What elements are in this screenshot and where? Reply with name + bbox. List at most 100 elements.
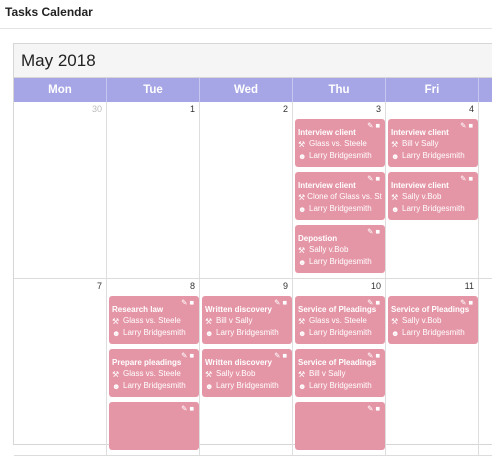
trash-icon[interactable]: ■ [189, 404, 196, 413]
gavel-icon: ⚒ [112, 369, 120, 379]
event-assignee: Larry Bridgesmith [309, 257, 372, 266]
day-number: 9 [282, 281, 288, 291]
event-case-line: ⚒Clone of Glass vs. Steele [298, 191, 382, 203]
event-card[interactable]: ✎■ [295, 402, 385, 450]
trash-icon[interactable]: ■ [282, 298, 289, 307]
event-card[interactable]: ✎■ Interview client ⚒ Sally v.Bob ☻ Larry Bri… [388, 172, 478, 220]
event-case: Clone of Glass vs. Steele [307, 192, 382, 201]
event-card[interactable]: ✎■ Interview client ⚒ Clone of Glass vs. St… [295, 172, 385, 220]
gavel-icon: ⚒ [205, 369, 213, 379]
event-tools: ✎■ [181, 404, 196, 413]
trash-icon[interactable]: ■ [189, 298, 196, 307]
event-tools: ✎■ [367, 174, 382, 183]
day-cell[interactable]: 30 [14, 102, 107, 279]
event-card[interactable]: ✎■ Service of Pleadings ⚒ Sally v.Bob ☻ Larry… [388, 296, 478, 344]
event-assignee: Larry Bridgesmith [123, 381, 186, 390]
day-cell[interactable]: 7 [14, 279, 107, 456]
day-header-fri: Fri [386, 78, 479, 102]
event-assignee: Larry Bridgesmith [216, 381, 279, 390]
event-assignee-line: ☻ Larry Bridgesmith [298, 256, 382, 268]
event-assignee: Larry Bridgesmith [309, 204, 372, 213]
event-case: Glass vs. Steele [123, 369, 181, 378]
event-case: Glass vs. Steele [309, 139, 367, 148]
day-number: 10 [370, 281, 381, 291]
user-icon: ☻ [112, 381, 121, 391]
trash-icon[interactable]: ■ [468, 298, 475, 307]
event-card[interactable]: ✎■ Interview client ⚒ Glass vs. Steele ☻ Larr… [295, 119, 385, 167]
event-case: Sally v.Bob [402, 192, 442, 201]
day-header-thu: Thu [293, 78, 386, 102]
event-case-line: ⚒ Glass vs. Steele [298, 315, 382, 327]
gavel-icon: ⚒ [298, 245, 306, 255]
event-card[interactable]: ✎■ Service of Pleadings ⚒ Glass vs. Steele ☻… [295, 296, 385, 344]
event-tools: ✎■ [274, 351, 289, 360]
event-tools: ✎■ [274, 298, 289, 307]
event-assignee: Larry Bridgesmith [309, 328, 372, 337]
gavel-icon: ⚒ [298, 369, 306, 379]
event-assignee: Larry Bridgesmith [123, 328, 186, 337]
event-card[interactable]: ✎■ Prepare pleadings ⚒ Glass vs. Steele ☻ Lar… [109, 349, 199, 397]
event-case-line: ⚒ Sally v.Bob [391, 191, 475, 203]
event-card[interactable]: ✎■ Depostion ⚒ Sally v.Bob ☻ Larry Bridgesmit… [295, 225, 385, 273]
trash-icon[interactable]: ■ [375, 404, 382, 413]
event-tools: ✎■ [460, 298, 475, 307]
event-assignee: Larry Bridgesmith [402, 151, 465, 160]
user-icon: ☻ [112, 328, 121, 338]
event-card[interactable]: ✎■ Service of Pleadings ⚒ Bill v Sally ☻ Larr… [295, 349, 385, 397]
event-case-line: ⚒ Glass vs. Steele [112, 368, 196, 380]
day-cell[interactable]: 2 [200, 102, 293, 279]
event-assignee-line: ☻ Larry Bridgesmith [112, 327, 196, 339]
event-case-line: ⚒ Sally v.Bob [391, 315, 475, 327]
gavel-icon: ⚒ [298, 316, 306, 326]
page-title: Tasks Calendar [5, 5, 93, 19]
trash-icon[interactable]: ■ [189, 351, 196, 360]
event-tools: ✎■ [367, 227, 382, 236]
event-case: Bill v Sally [309, 369, 346, 378]
event-case: Sally v.Bob [216, 369, 256, 378]
gavel-icon: ⚒ [298, 192, 306, 202]
trash-icon[interactable]: ■ [375, 227, 382, 236]
trash-icon[interactable]: ■ [375, 174, 382, 183]
event-card[interactable]: ✎■ Interview client ⚒ Bill v Sally ☻ Larry Br… [388, 119, 478, 167]
event-card[interactable]: ✎■ Written discovery ⚒ Bill v Sally ☻ Larry B… [202, 296, 292, 344]
event-tools: ✎■ [460, 174, 475, 183]
trash-icon[interactable]: ■ [282, 351, 289, 360]
event-tools: ✎■ [367, 404, 382, 413]
event-assignee-line: ☻ Larry Bridgesmith [205, 380, 289, 392]
event-case-line: ⚒ Bill v Sally [391, 138, 475, 150]
event-assignee: Larry Bridgesmith [402, 204, 465, 213]
trash-icon[interactable]: ■ [375, 298, 382, 307]
gavel-icon: ⚒ [205, 316, 213, 326]
event-assignee: Larry Bridgesmith [309, 151, 372, 160]
day-cell[interactable]: 1 [107, 102, 200, 279]
trash-icon[interactable]: ■ [375, 121, 382, 130]
trash-icon[interactable]: ■ [468, 121, 475, 130]
day-number: 1 [189, 104, 195, 114]
event-case: Bill v Sally [402, 139, 439, 148]
event-assignee-line: ☻ Larry Bridgesmith [391, 203, 475, 215]
trash-icon[interactable]: ■ [468, 174, 475, 183]
event-case: Bill v Sally [216, 316, 253, 325]
day-header-mon: Mon [14, 78, 107, 102]
event-card[interactable]: ✎■ Research law ⚒ Glass vs. Steele ☻ Larry Br… [109, 296, 199, 344]
event-assignee: Larry Bridgesmith [309, 381, 372, 390]
week-row: 7 8 9 10 11 ✎■ Research law ⚒ Glass vs. Steele ☻ L… [14, 279, 492, 456]
day-number: 8 [189, 281, 195, 291]
trash-icon[interactable]: ■ [375, 351, 382, 360]
gavel-icon: ⚒ [391, 139, 399, 149]
event-tools: ✎■ [181, 351, 196, 360]
day-number: 2 [282, 104, 288, 114]
app-header: Tasks Calendar [0, 0, 492, 29]
week-row: 30 1 2 3 4 ✎■ Interview client ⚒ Glass vs. Steel… [14, 102, 492, 279]
day-header-tue: Tue [107, 78, 200, 102]
event-tools: ✎■ [181, 298, 196, 307]
event-assignee: Larry Bridgesmith [216, 328, 279, 337]
event-assignee-line: ☻ Larry Bridgesmith [298, 327, 382, 339]
event-card[interactable]: ✎■ [109, 402, 199, 450]
event-assignee-line: ☻ Larry Bridgesmith [298, 380, 382, 392]
event-assignee-line: ☻ Larry Bridgesmith [391, 150, 475, 162]
event-tools: ✎■ [460, 121, 475, 130]
event-case-line: ⚒ Bill v Sally [205, 315, 289, 327]
gavel-icon: ⚒ [298, 139, 306, 149]
event-card[interactable]: ✎■ Written discovery ⚒ Sally v.Bob ☻ Larry Br… [202, 349, 292, 397]
